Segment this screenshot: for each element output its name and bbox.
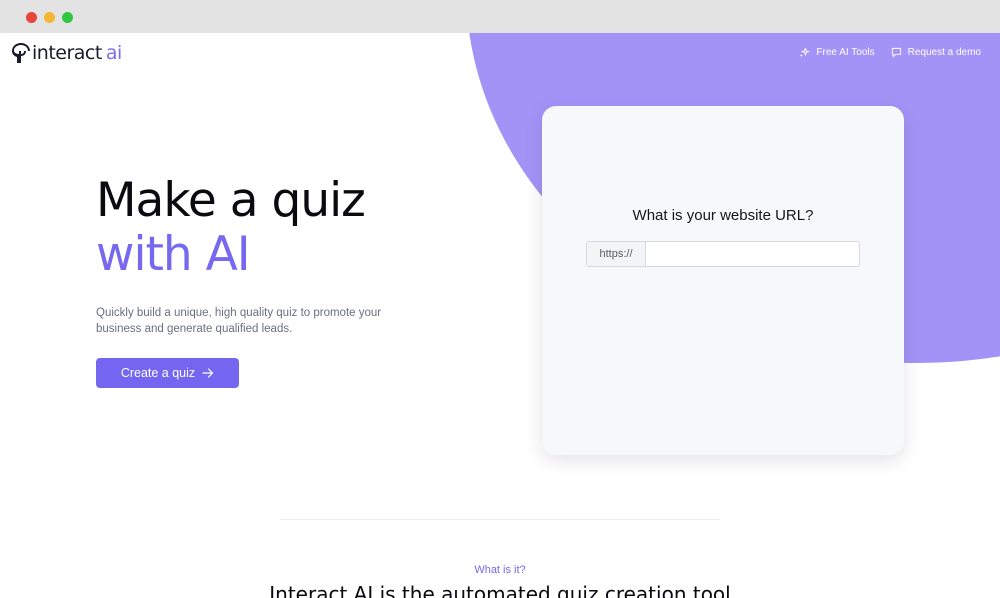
section-eyebrow: What is it? [474,564,526,576]
hero-section: Make a quiz with AI Quickly build a uniq… [96,174,386,388]
arrow-right-icon [202,368,214,378]
hero-title-line1: Make a quiz [96,173,366,228]
nav-free-ai-tools[interactable]: Free AI Tools [799,47,875,58]
browser-titlebar [0,0,1000,33]
brand-suffix: ai [105,42,122,64]
nav-request-demo-label: Request a demo [907,47,981,58]
page-content: interact ai Free AI Tools Request a demo… [0,33,1000,598]
section-divider [280,519,720,520]
create-quiz-label: Create a quiz [120,366,196,380]
logo-mark-icon [11,42,31,64]
url-card: What is your website URL? https:// [542,106,904,455]
chat-bubble-icon [891,47,901,58]
nav-request-demo[interactable]: Request a demo [891,47,981,58]
nav-free-ai-tools-label: Free AI Tools [816,47,875,58]
hero-subtitle: Quickly build a unique, high quality qui… [96,307,382,335]
url-field: https:// [586,241,860,267]
section-heading: Interact AI is the automated quiz creati… [269,582,731,598]
maximize-window-button[interactable] [62,12,73,23]
url-prefix: https:// [587,242,646,266]
website-url-input[interactable] [646,242,859,266]
top-nav: Free AI Tools Request a demo [799,47,981,58]
minimize-window-button[interactable] [44,12,55,23]
create-quiz-button[interactable]: Create a quiz [96,358,239,388]
brand-name: interact [32,42,102,64]
hero-title-line2: with AI [96,227,251,282]
brand-logo[interactable]: interact ai [11,42,122,64]
close-window-button[interactable] [26,12,37,23]
url-question: What is your website URL? [632,207,814,224]
sparkle-icon [799,47,810,58]
